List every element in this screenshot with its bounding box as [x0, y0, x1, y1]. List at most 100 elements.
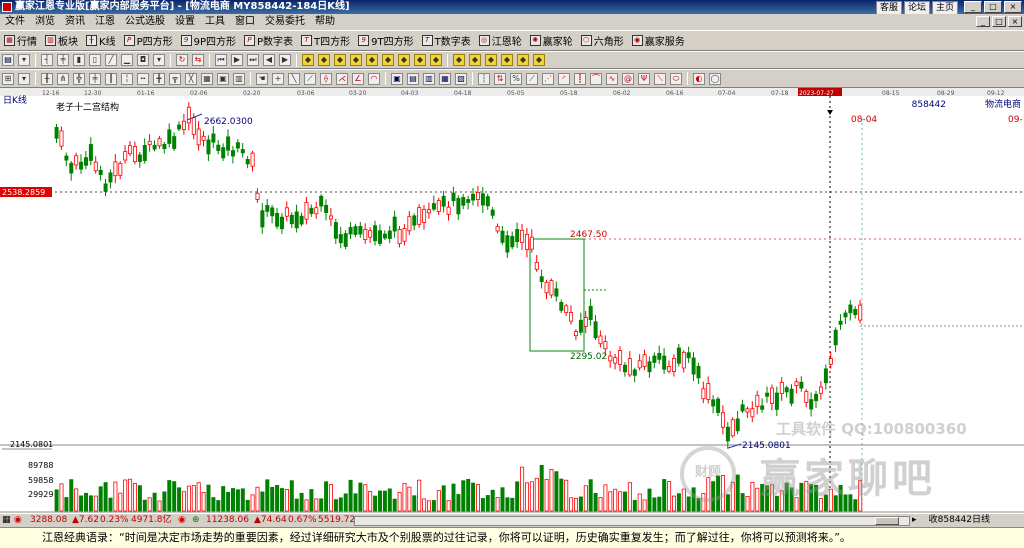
- 9t-square-button[interactable]: 9 9T四方形: [354, 33, 417, 48]
- diamond-4-icon[interactable]: ◆: [350, 54, 362, 66]
- dropdown-icon[interactable]: ▾: [18, 72, 30, 85]
- line-type-icon[interactable]: ╱: [105, 54, 117, 66]
- scrollbar-thumb[interactable]: [875, 517, 899, 525]
- winner-wheel-button[interactable]: ✺ 赢家轮: [526, 33, 577, 48]
- homepage-link[interactable]: 主页: [931, 1, 958, 15]
- diamond-14-icon[interactable]: ◆: [517, 54, 529, 66]
- sectors-button[interactable]: ▥ 板块: [41, 33, 82, 48]
- fib-fan-icon[interactable]: ⋰: [542, 72, 554, 85]
- panel-3-icon[interactable]: ▥: [423, 72, 435, 85]
- menu-window[interactable]: 窗口: [230, 14, 260, 30]
- cycle-lines-icon[interactable]: ╎: [121, 72, 133, 85]
- back-icon[interactable]: ◀: [263, 54, 275, 66]
- menu-news[interactable]: 资讯: [60, 14, 90, 30]
- trendline-icon[interactable]: ╲: [288, 72, 300, 85]
- forward-icon[interactable]: ▶: [279, 54, 291, 66]
- circle-icon[interactable]: ◯: [709, 72, 721, 85]
- volume-icon[interactable]: ▁: [121, 54, 133, 66]
- menu-settings[interactable]: 设置: [170, 14, 200, 30]
- ruler-icon[interactable]: ┆: [478, 72, 490, 85]
- t-table-button[interactable]: T T数字表: [418, 33, 475, 48]
- panel-5-icon[interactable]: ▧: [455, 72, 467, 85]
- time-lines-icon[interactable]: ┃: [105, 72, 117, 85]
- gann-grid-icon[interactable]: ╪: [89, 72, 101, 85]
- regression-icon[interactable]: ⟍: [654, 72, 666, 85]
- diamond-7-icon[interactable]: ◆: [398, 54, 410, 66]
- diamond-2-icon[interactable]: ◆: [318, 54, 330, 66]
- mdi-minimize-button[interactable]: _: [976, 16, 990, 27]
- channel-icon[interactable]: ╦: [169, 72, 181, 85]
- menu-help[interactable]: 帮助: [310, 14, 340, 30]
- mirror-icon[interactable]: ⇆: [192, 54, 204, 66]
- gann-wheel-button[interactable]: ◎ 江恩轮: [475, 33, 526, 48]
- diamond-3-icon[interactable]: ◆: [334, 54, 346, 66]
- gann-box-icon[interactable]: ╬: [73, 72, 85, 85]
- diamond-1-icon[interactable]: ◆: [302, 54, 314, 66]
- last-icon[interactable]: ⏭: [247, 54, 259, 66]
- quotes-button[interactable]: ▦ 行情: [0, 33, 41, 48]
- menu-formula-screen[interactable]: 公式选股: [120, 14, 170, 30]
- diamond-13-icon[interactable]: ◆: [501, 54, 513, 66]
- p-square-button[interactable]: P P四方形: [120, 33, 177, 48]
- horizontal-scrollbar[interactable]: [354, 516, 910, 526]
- dropdown-icon[interactable]: ▾: [18, 54, 30, 66]
- first-icon[interactable]: ⏮: [215, 54, 227, 66]
- diamond-5-icon[interactable]: ◆: [366, 54, 378, 66]
- diamond-6-icon[interactable]: ◆: [382, 54, 394, 66]
- panel-2-icon[interactable]: ▤: [407, 72, 419, 85]
- diamond-12-icon[interactable]: ◆: [485, 54, 497, 66]
- pitchfork-icon[interactable]: Ψ: [638, 72, 650, 85]
- price-lines-icon[interactable]: ┅: [137, 72, 149, 85]
- menu-tools[interactable]: 工具: [200, 14, 230, 30]
- diamond-8-icon[interactable]: ◆: [414, 54, 426, 66]
- bar-chart-icon[interactable]: ┤: [41, 54, 53, 66]
- hollow-candle-icon[interactable]: ▯: [89, 54, 101, 66]
- split-icon[interactable]: ╋: [153, 72, 165, 85]
- diamond-15-icon[interactable]: ◆: [533, 54, 545, 66]
- fib-arc-icon[interactable]: ◜: [558, 72, 570, 85]
- zigzag-icon[interactable]: ⟠: [320, 72, 332, 85]
- ohlc-icon[interactable]: ╪: [57, 54, 69, 66]
- kline-chart[interactable]: 12-16 12-30 01-16 02-06 02-20 03-06 03-20 04-03…: [0, 88, 1024, 513]
- ellipse-icon[interactable]: ⬭: [670, 72, 682, 85]
- 9p-square-button[interactable]: 9 9P四方形: [177, 33, 240, 48]
- gann-fan-icon[interactable]: ⋔: [57, 72, 69, 85]
- play-icon[interactable]: ▶: [231, 54, 243, 66]
- diamond-9-icon[interactable]: ◆: [430, 54, 442, 66]
- minimize-button[interactable]: _: [964, 1, 982, 13]
- zoom-dropdown-icon[interactable]: ▾: [153, 54, 165, 66]
- hexagon-button[interactable]: ⬡ 六角形: [577, 33, 628, 48]
- menu-trade[interactable]: 交易委托: [260, 14, 310, 30]
- arrows-icon[interactable]: ⇅: [494, 72, 506, 85]
- spiral-icon[interactable]: @: [622, 72, 634, 85]
- speed-lines-icon[interactable]: ⟋: [526, 72, 538, 85]
- panel-1-icon[interactable]: ▣: [391, 72, 403, 85]
- service-button[interactable]: ◉ 赢家服务: [628, 33, 689, 48]
- maximize-button[interactable]: □: [984, 1, 1002, 13]
- mdi-close-button[interactable]: ×: [1008, 16, 1022, 27]
- mdi-restore-button[interactable]: □: [992, 16, 1006, 27]
- close-button[interactable]: ×: [1004, 1, 1022, 13]
- kline-button[interactable]: ╂ K线: [82, 33, 120, 48]
- cycle-icon[interactable]: ⌒: [590, 72, 602, 85]
- eye-icon[interactable]: ◐: [693, 72, 705, 85]
- diamond-11-icon[interactable]: ◆: [469, 54, 481, 66]
- t-square-button[interactable]: T T四方形: [297, 33, 354, 48]
- candle-type-icon[interactable]: ▮: [73, 54, 85, 66]
- wave-icon[interactable]: ∿: [606, 72, 618, 85]
- forum-link[interactable]: 论坛: [903, 1, 930, 15]
- angle-icon[interactable]: ∠: [352, 72, 364, 85]
- ray-icon[interactable]: ⟋: [304, 72, 316, 85]
- fib-time-icon[interactable]: ┋: [574, 72, 586, 85]
- menu-gann[interactable]: 江恩: [90, 14, 120, 30]
- zoom-icon[interactable]: ◘: [137, 54, 149, 66]
- layout-icon[interactable]: ▤: [2, 54, 14, 66]
- gann-lines-icon[interactable]: ╫: [41, 72, 53, 85]
- menu-browse[interactable]: 浏览: [30, 14, 60, 30]
- table-icon[interactable]: ▦: [201, 72, 213, 85]
- customer-service-link[interactable]: 客服: [875, 1, 902, 15]
- crosshair-icon[interactable]: +: [272, 72, 284, 85]
- percent-icon[interactable]: %: [510, 72, 522, 85]
- grid-tool-icon[interactable]: ⊞: [2, 72, 14, 85]
- scroll-right-icon[interactable]: ▸: [912, 514, 917, 527]
